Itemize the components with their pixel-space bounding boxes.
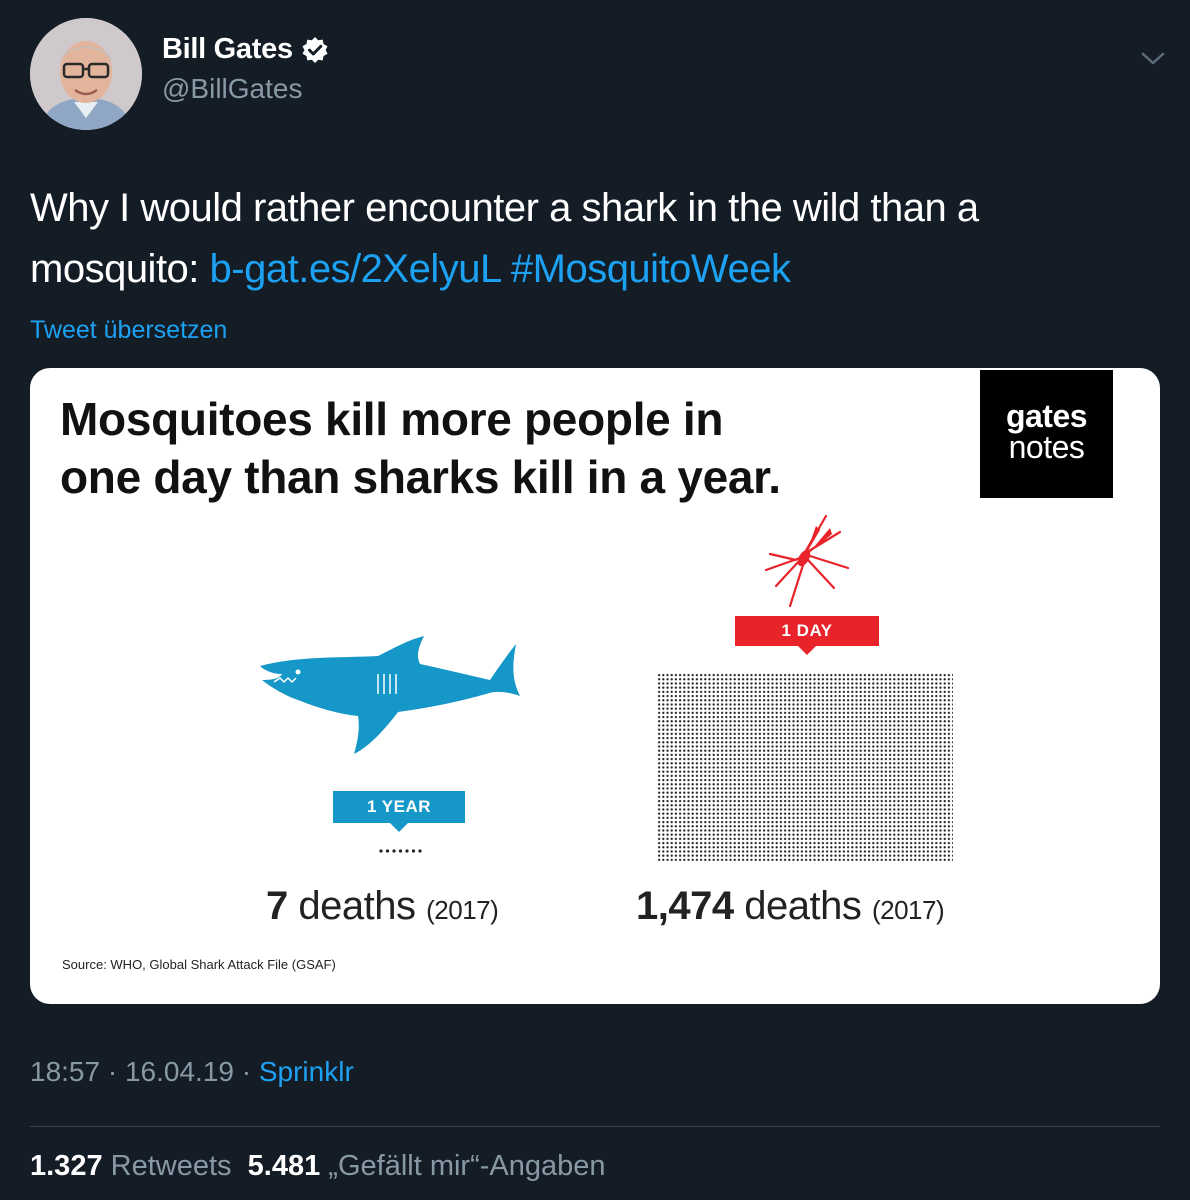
- chevron-down-icon[interactable]: [1138, 46, 1168, 70]
- mosquito-deaths-label: 1,474 deaths (2017): [636, 884, 945, 929]
- verified-badge-icon: [302, 36, 328, 63]
- meta-separator: ·: [107, 1056, 118, 1087]
- mosquito-deaths-year: (2017): [871, 895, 945, 925]
- one-year-tag: 1 YEAR: [333, 791, 465, 832]
- headline-line-1: Mosquitoes kill more people in: [60, 393, 724, 445]
- tweet-link[interactable]: b-gat.es/2XelyuL: [210, 247, 501, 291]
- author-name-row[interactable]: Bill Gates: [162, 33, 329, 66]
- translate-tweet-link[interactable]: Tweet übersetzen: [30, 316, 227, 345]
- one-day-tag: 1 DAY: [735, 616, 879, 655]
- user-handle[interactable]: @BillGates: [162, 73, 302, 105]
- tweet-image[interactable]: Mosquitoes kill more people in one day t…: [30, 368, 1160, 1004]
- tweet-body: Why I would rather encounter a shark in …: [30, 186, 979, 291]
- shark-icon: [260, 636, 520, 754]
- mosquito-deaths-dot-grid: [657, 673, 953, 861]
- source-note: Source: WHO, Global Shark Attack File (G…: [62, 957, 336, 972]
- tweet-date[interactable]: 16.04.19: [125, 1056, 234, 1087]
- infographic-headline: Mosquitoes kill more people in one day t…: [60, 390, 910, 506]
- mosquito-icon: [764, 514, 850, 608]
- headline-line-2: one day than sharks kill in a year.: [60, 451, 781, 503]
- logo-line-2: notes: [1008, 429, 1085, 465]
- likes-label: „Gefällt mir“-Angaben: [328, 1150, 606, 1182]
- retweets-stat[interactable]: 1.327 Retweets: [30, 1150, 232, 1182]
- shark-deaths-count: 7: [266, 884, 288, 928]
- display-name[interactable]: Bill Gates: [162, 33, 293, 66]
- shark-deaths-word: deaths: [298, 884, 416, 928]
- tweet-meta: 18:57 · 16.04.19 · Sprinklr: [30, 1056, 354, 1088]
- shark-deaths-year: (2017): [426, 895, 499, 925]
- meta-separator: ·: [241, 1056, 252, 1087]
- tweet-stats: 1.327 Retweets 5.481 „Gefällt mir“-Angab…: [30, 1150, 606, 1183]
- divider: [30, 1126, 1160, 1127]
- retweets-label: Retweets: [110, 1150, 232, 1182]
- likes-count: 5.481: [247, 1150, 321, 1182]
- hashtag-link[interactable]: #MosquitoWeek: [511, 247, 791, 291]
- tweet-time[interactable]: 18:57: [30, 1056, 100, 1087]
- likes-stat[interactable]: 5.481 „Gefällt mir“-Angaben: [248, 1150, 606, 1182]
- mosquito-deaths-count: 1,474: [636, 884, 734, 928]
- profile-photo: [30, 18, 142, 130]
- tweet-client-link[interactable]: Sprinklr: [259, 1056, 354, 1087]
- mosquito-deaths-word: deaths: [744, 884, 862, 928]
- retweets-count: 1.327: [30, 1150, 103, 1182]
- shark-deaths-label: 7 deaths (2017): [266, 884, 499, 929]
- gates-notes-logo: gates notes: [980, 370, 1113, 498]
- tweet-text: Why I would rather encounter a shark in …: [30, 178, 1150, 300]
- avatar[interactable]: [30, 18, 142, 130]
- shark-deaths-dots: [379, 849, 422, 853]
